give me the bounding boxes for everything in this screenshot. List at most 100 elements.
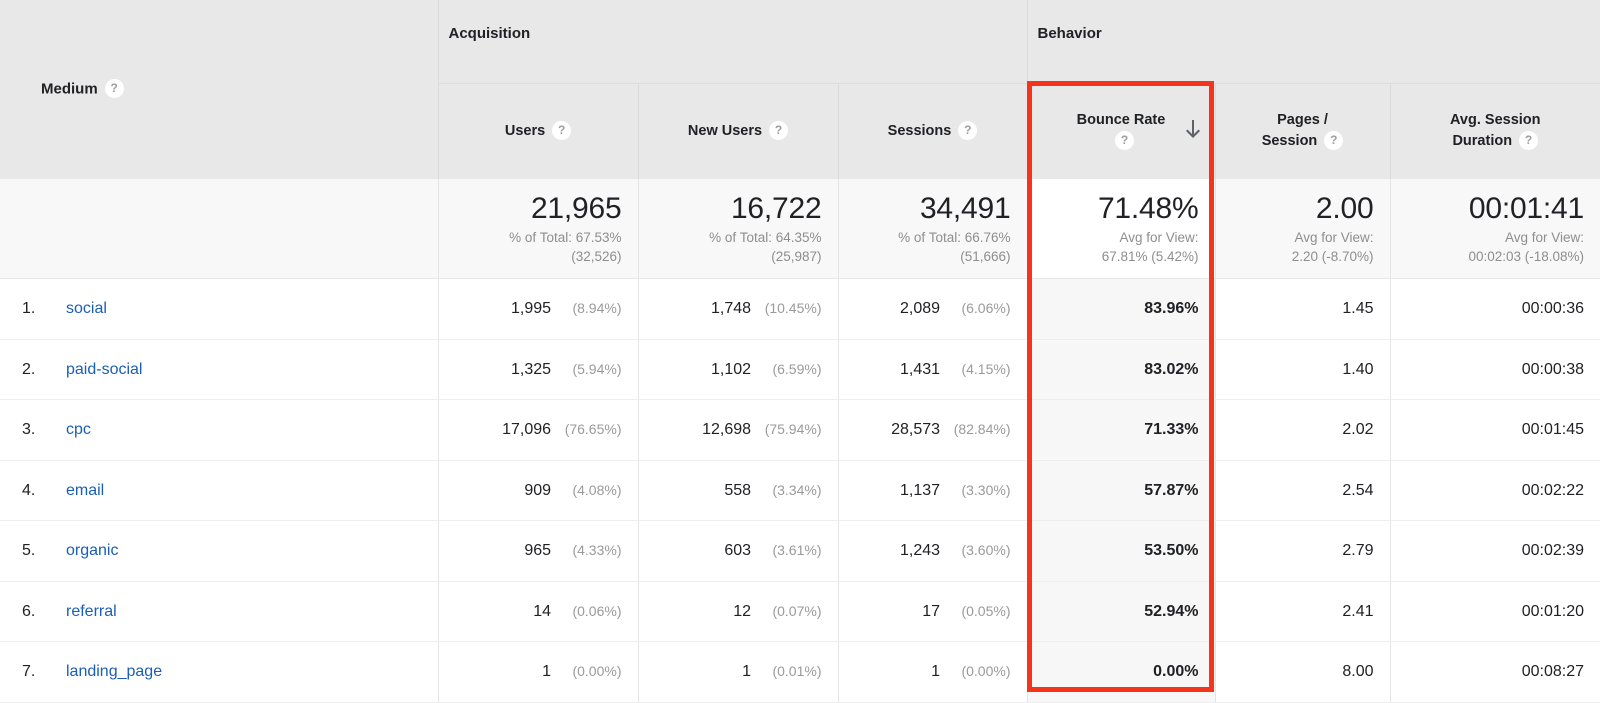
table-row: 6.referral14 (0.06%)12 (0.07%)17 (0.05%)… (0, 581, 1600, 642)
users-percent: (0.06%) (556, 603, 622, 619)
new-users-percent: (6.59%) (756, 361, 822, 377)
pages-per-session-value: 8.00 (1342, 663, 1373, 680)
summary-pages-value: 2.00 (1226, 191, 1374, 226)
table-row: 2.paid-social1,325 (5.94%)1,102 (6.59%)1… (0, 339, 1600, 400)
medium-link[interactable]: organic (66, 542, 118, 559)
medium-link[interactable]: cpc (66, 421, 91, 438)
users-percent: (8.94%) (556, 300, 622, 316)
new-users-value: 12,698 (702, 421, 751, 438)
help-icon-avg-session-duration[interactable]: ? (1519, 131, 1538, 150)
bounce-rate-value: 52.94% (1144, 603, 1198, 620)
pages-per-session-value: 1.40 (1342, 361, 1373, 378)
column-header-sessions-label: Sessions (888, 123, 952, 139)
column-header-duration-line2: Duration (1452, 133, 1512, 149)
pages-per-session-value: 1.45 (1342, 300, 1373, 317)
sessions-percent: (6.06%) (945, 300, 1011, 316)
bounce-rate-value: 83.96% (1144, 300, 1198, 317)
medium-link[interactable]: social (66, 300, 107, 317)
help-icon-new-users[interactable]: ? (769, 121, 788, 140)
users-percent: (4.08%) (556, 482, 622, 498)
sessions-value: 2,089 (900, 300, 940, 317)
column-header-new-users[interactable]: New Users? (638, 84, 838, 179)
cell-avg-duration: 00:00:38 (1390, 339, 1600, 400)
bounce-rate-value: 83.02% (1144, 361, 1198, 378)
summary-bounce-rate-subtext: Avg for View: 67.81% (5.42%) (1038, 229, 1199, 266)
dimension-header-medium[interactable]: Medium? (0, 0, 438, 179)
sessions-value: 1,137 (900, 482, 940, 499)
avg-duration-value: 00:02:22 (1522, 482, 1584, 499)
cell-avg-duration: 00:00:36 (1390, 279, 1600, 340)
pages-per-session-value: 2.41 (1342, 603, 1373, 620)
help-icon-bounce-rate[interactable]: ? (1115, 131, 1134, 150)
cell-avg-duration: 00:01:20 (1390, 581, 1600, 642)
summary-new-users-subtext: % of Total: 64.35% (25,987) (649, 229, 822, 266)
sessions-percent: (3.30%) (945, 482, 1011, 498)
cell-pages-per-session: 1.45 (1215, 279, 1390, 340)
help-icon-sessions[interactable]: ? (958, 121, 977, 140)
summary-users-subtext: % of Total: 67.53% (32,526) (449, 229, 622, 266)
cell-sessions: 17 (0.05%) (838, 581, 1027, 642)
cell-pages-per-session: 8.00 (1215, 642, 1390, 703)
row-index: 1. (22, 300, 66, 318)
users-value: 965 (524, 542, 551, 559)
help-icon-users[interactable]: ? (552, 121, 571, 140)
column-header-duration-line1: Avg. Session (1450, 112, 1541, 128)
new-users-percent: (3.34%) (756, 482, 822, 498)
new-users-value: 558 (724, 482, 751, 499)
sort-descending-arrow-icon[interactable] (1185, 120, 1201, 142)
medium-link[interactable]: paid-social (66, 361, 142, 378)
new-users-value: 1,102 (711, 361, 751, 378)
cell-bounce-rate: 83.96% (1027, 279, 1215, 340)
column-header-bounce-rate[interactable]: Bounce Rate ? (1027, 84, 1215, 179)
cell-sessions: 1 (0.00%) (838, 642, 1027, 703)
column-header-pages-line1: Pages / (1277, 112, 1328, 128)
help-icon-pages-per-session[interactable]: ? (1324, 131, 1343, 150)
help-icon-medium[interactable]: ? (105, 79, 124, 98)
cell-sessions: 1,431 (4.15%) (838, 339, 1027, 400)
summary-pages-subtext: Avg for View: 2.20 (-8.70%) (1226, 229, 1374, 266)
cell-medium: 2.paid-social (0, 339, 438, 400)
column-header-users[interactable]: Users? (438, 84, 638, 179)
summary-users-cell: 21,965 % of Total: 67.53% (32,526) (438, 179, 638, 279)
sessions-percent: (3.60%) (945, 542, 1011, 558)
column-header-sessions[interactable]: Sessions? (838, 84, 1027, 179)
cell-pages-per-session: 2.02 (1215, 400, 1390, 461)
cell-bounce-rate: 52.94% (1027, 581, 1215, 642)
sessions-value: 1,431 (900, 361, 940, 378)
cell-pages-per-session: 1.40 (1215, 339, 1390, 400)
users-percent: (0.00%) (556, 663, 622, 679)
column-header-pages-per-session[interactable]: Pages / Session? (1215, 84, 1390, 179)
summary-row: 21,965 % of Total: 67.53% (32,526) 16,72… (0, 179, 1600, 279)
cell-bounce-rate: 71.33% (1027, 400, 1215, 461)
cell-bounce-rate: 57.87% (1027, 460, 1215, 521)
cell-bounce-rate: 53.50% (1027, 521, 1215, 582)
column-header-pages-line2: Session (1262, 133, 1318, 149)
row-index: 6. (22, 603, 66, 621)
medium-link[interactable]: referral (66, 603, 117, 620)
sessions-value: 1,243 (900, 542, 940, 559)
sessions-value: 1 (931, 663, 940, 680)
users-value: 909 (524, 482, 551, 499)
cell-users: 909 (4.08%) (438, 460, 638, 521)
avg-duration-value: 00:01:45 (1522, 421, 1584, 438)
new-users-value: 603 (724, 542, 751, 559)
table-row: 7.landing_page1 (0.00%)1 (0.01%)1 (0.00%… (0, 642, 1600, 703)
pages-per-session-value: 2.02 (1342, 421, 1373, 438)
cell-medium: 3.cpc (0, 400, 438, 461)
column-header-avg-session-duration[interactable]: Avg. Session Duration? (1390, 84, 1600, 179)
cell-avg-duration: 00:02:22 (1390, 460, 1600, 521)
cell-new-users: 1 (0.01%) (638, 642, 838, 703)
avg-duration-value: 00:01:20 (1522, 603, 1584, 620)
avg-duration-value: 00:02:39 (1522, 542, 1584, 559)
summary-sessions-value: 34,491 (849, 191, 1011, 226)
medium-link[interactable]: landing_page (66, 663, 162, 680)
column-header-bounce-rate-label: Bounce Rate (1077, 112, 1166, 128)
table-row: 4.email909 (4.08%)558 (3.34%)1,137 (3.30… (0, 460, 1600, 521)
column-header-users-label: Users (505, 123, 545, 139)
table-row: 3.cpc17,096 (76.65%)12,698 (75.94%)28,57… (0, 400, 1600, 461)
summary-bounce-rate-cell: 71.48% Avg for View: 67.81% (5.42%) (1027, 179, 1215, 279)
new-users-value: 1,748 (711, 300, 751, 317)
cell-new-users: 1,748 (10.45%) (638, 279, 838, 340)
group-header-row: Medium? Acquisition Behavior (0, 0, 1600, 84)
medium-link[interactable]: email (66, 482, 104, 499)
